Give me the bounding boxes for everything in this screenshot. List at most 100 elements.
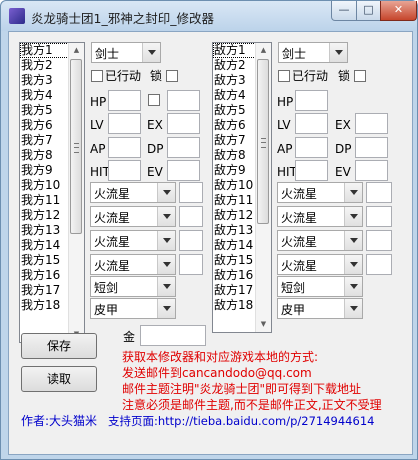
our-magic-field-2[interactable] <box>179 206 203 227</box>
scroll-up-icon[interactable]: ▲ <box>256 43 271 58</box>
our-magic-select-4[interactable]: 火流星 <box>90 254 176 275</box>
our-dp-field[interactable] <box>167 137 200 158</box>
chevron-down-icon <box>157 183 175 202</box>
enemy-ex-field[interactable] <box>355 113 388 134</box>
close-button[interactable]: ✕ <box>380 1 417 21</box>
our-list-scrollbar[interactable]: ▲ ▼ <box>68 43 84 342</box>
list-item[interactable]: 我方7 <box>20 133 69 148</box>
our-lv-field[interactable] <box>108 113 141 134</box>
list-item[interactable]: 敌方9 <box>213 163 256 178</box>
list-item[interactable]: 我方9 <box>20 163 69 178</box>
our-magic-field-4[interactable] <box>179 254 203 275</box>
enemy-ev-field[interactable] <box>355 160 388 181</box>
our-class-select[interactable]: 剑士 <box>91 42 161 63</box>
list-item[interactable]: 敌方3 <box>213 73 256 88</box>
scroll-up-icon[interactable]: ▲ <box>69 43 84 58</box>
our-hp-max-field[interactable] <box>167 90 200 111</box>
list-item[interactable]: 敌方6 <box>213 118 256 133</box>
enemy-lock-checkbox[interactable] <box>354 70 366 82</box>
our-hp-lock-checkbox[interactable] <box>148 94 160 106</box>
list-item[interactable]: 敌方5 <box>213 103 256 118</box>
enemy-magic-field-3[interactable] <box>366 230 392 251</box>
enemy-ap-field[interactable] <box>295 137 328 158</box>
list-item[interactable]: 敌方11 <box>213 193 256 208</box>
our-ex-field[interactable] <box>167 113 200 134</box>
enemy-acted-checkbox[interactable] <box>278 70 290 82</box>
our-unit-list[interactable]: 我方1 我方2 我方3 我方4 我方5 我方6 我方7 我方8 我方9 我方10 我方11 我方12 我… <box>19 42 85 343</box>
chevron-down-icon <box>157 231 175 250</box>
list-item[interactable]: 敌方14 <box>213 238 256 253</box>
enemy-magic-field-2[interactable] <box>366 206 392 227</box>
list-item[interactable]: 敌方16 <box>213 268 256 283</box>
our-magic-field-3[interactable] <box>179 230 203 251</box>
enemy-magic-select-4[interactable]: 火流星 <box>277 254 363 275</box>
list-item[interactable]: 我方5 <box>20 103 69 118</box>
list-item[interactable]: 我方6 <box>20 118 69 133</box>
list-item[interactable]: 我方8 <box>20 148 69 163</box>
enemy-lv-field[interactable] <box>295 113 328 134</box>
our-magic-select-3[interactable]: 火流星 <box>90 230 176 251</box>
scroll-thumb[interactable] <box>257 59 269 224</box>
our-hit-field[interactable] <box>108 160 141 181</box>
list-item[interactable]: 敌方7 <box>213 133 256 148</box>
our-magic-select-2[interactable]: 火流星 <box>90 206 176 227</box>
list-item[interactable]: 敌方10 <box>213 178 256 193</box>
our-unit-items: 我方1 我方2 我方3 我方4 我方5 我方6 我方7 我方8 我方9 我方10 我方11 我方12 我… <box>20 43 69 313</box>
our-weapon-select[interactable]: 短剑 <box>90 276 176 297</box>
title-bar[interactable]: 炎龙骑士团1_邪神之封印_修改器 — □ ✕ <box>1 1 417 31</box>
our-acted-checkbox[interactable] <box>91 70 103 82</box>
list-item[interactable]: 敌方18 <box>213 298 256 313</box>
maximize-button[interactable]: □ <box>356 1 381 21</box>
our-ev-field[interactable] <box>167 160 200 181</box>
list-item[interactable]: 我方1 <box>20 43 69 58</box>
enemy-dp-field[interactable] <box>355 137 388 158</box>
list-item[interactable]: 我方12 <box>20 208 69 223</box>
list-item[interactable]: 我方11 <box>20 193 69 208</box>
list-item[interactable]: 我方2 <box>20 58 69 73</box>
our-magic-select-1[interactable]: 火流星 <box>90 182 176 203</box>
list-item[interactable]: 我方15 <box>20 253 69 268</box>
enemy-list-scrollbar[interactable]: ▲ ▼ <box>255 43 271 332</box>
enemy-magic-select-2[interactable]: 火流星 <box>277 206 363 227</box>
enemy-magic-field-1[interactable] <box>366 182 392 203</box>
our-armor-select[interactable]: 皮甲 <box>90 298 176 319</box>
list-item[interactable]: 我方3 <box>20 73 69 88</box>
scroll-thumb[interactable] <box>70 59 82 234</box>
list-item[interactable]: 我方14 <box>20 238 69 253</box>
list-item[interactable]: 我方13 <box>20 223 69 238</box>
list-item[interactable]: 敌方2 <box>213 58 256 73</box>
save-button[interactable]: 保存 <box>21 333 97 359</box>
enemy-class-select[interactable]: 剑士 <box>278 42 348 63</box>
list-item-label: 敌方3 <box>214 73 246 87</box>
our-lock-checkbox[interactable] <box>166 70 178 82</box>
list-item[interactable]: 敌方1 <box>213 43 256 58</box>
list-item[interactable]: 我方16 <box>20 268 69 283</box>
minimize-button[interactable]: — <box>331 1 357 21</box>
our-magic-field-1[interactable] <box>179 182 203 203</box>
list-item[interactable]: 敌方13 <box>213 223 256 238</box>
gold-field[interactable] <box>140 325 206 346</box>
enemy-armor-select[interactable]: 皮甲 <box>277 298 363 319</box>
list-item[interactable]: 敌方12 <box>213 208 256 223</box>
enemy-magic-field-4[interactable] <box>366 254 392 275</box>
enemy-hp-field[interactable] <box>295 90 328 111</box>
enemy-magic-select-1[interactable]: 火流星 <box>277 182 363 203</box>
support-link[interactable]: 支持页面:http://tieba.baidu.com/p/2714944614 <box>108 414 374 428</box>
load-button[interactable]: 读取 <box>21 366 97 392</box>
list-item[interactable]: 我方4 <box>20 88 69 103</box>
enemy-weapon-select[interactable]: 短剑 <box>277 276 363 297</box>
scroll-down-icon[interactable]: ▼ <box>256 317 271 332</box>
enemy-magic-select-3[interactable]: 火流星 <box>277 230 363 251</box>
list-item[interactable]: 敌方15 <box>213 253 256 268</box>
enemy-unit-list[interactable]: 敌方1 敌方2 敌方3 敌方4 敌方5 敌方6 敌方7 敌方8 敌方9 敌方10 敌方11 敌方12 敌… <box>212 42 272 333</box>
list-item[interactable]: 敌方4 <box>213 88 256 103</box>
list-item[interactable]: 我方10 <box>20 178 69 193</box>
our-ap-field[interactable] <box>108 137 141 158</box>
list-item-label: 敌方5 <box>214 103 246 117</box>
list-item[interactable]: 敌方8 <box>213 148 256 163</box>
our-hp-field[interactable] <box>108 90 141 111</box>
list-item[interactable]: 我方17 <box>20 283 69 298</box>
enemy-hit-field[interactable] <box>295 160 328 181</box>
list-item[interactable]: 敌方17 <box>213 283 256 298</box>
list-item[interactable]: 我方18 <box>20 298 69 313</box>
